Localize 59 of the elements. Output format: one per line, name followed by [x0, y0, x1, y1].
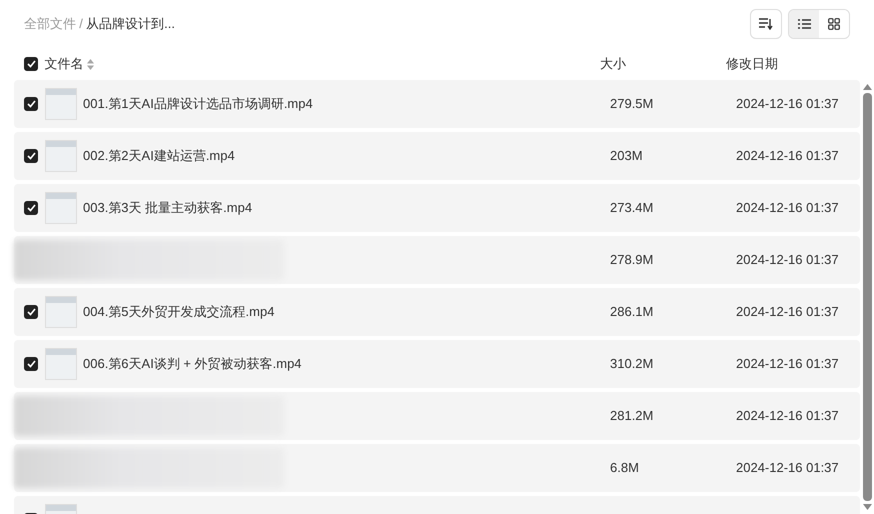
check-icon: [26, 100, 36, 108]
video-thumbnail: [44, 88, 76, 120]
file-row[interactable]: 003.第3天 批量主动获客.mp4 273.4M 2024-12-16 01:37: [14, 184, 860, 232]
file-name: 002.第2天AI建站运营.mp4: [83, 147, 235, 166]
video-thumbnail: [44, 348, 76, 380]
column-header: 大小: [600, 56, 626, 72]
file-date: 2024-12-16 01:37: [736, 200, 839, 216]
file-name: 004.第5天外贸开发成交流程.mp4: [83, 303, 274, 322]
column-header[interactable]: 文件名: [44, 54, 84, 74]
file-row[interactable]: 006.第6天AI谈判 + 外贸被动获客.mp4 310.2M 2024-12-16 01:37: [14, 340, 860, 388]
check-icon: [26, 152, 36, 160]
checkbox[interactable]: [24, 201, 38, 215]
file-date: 2024-12-16 01:37: [736, 148, 839, 164]
check-icon: [26, 360, 36, 368]
grid-icon: [828, 18, 840, 30]
checkbox[interactable]: [24, 305, 38, 319]
column-header: 修改日期: [726, 56, 778, 72]
file-size: 203M: [610, 148, 643, 164]
file-size: 281.2M: [610, 408, 654, 424]
file-row[interactable]: 002.第2天AI建站运营.mp4 203M 2024-12-16 01:37: [14, 132, 860, 180]
scrollbar-thumb[interactable]: [862, 93, 872, 501]
checkbox[interactable]: [24, 149, 38, 163]
file-size: 279.5M: [610, 96, 654, 112]
check-icon: [26, 308, 36, 316]
file-date: 2024-12-16 01:37: [736, 96, 839, 112]
file-date: 2024-12-16 01:37: [736, 356, 839, 372]
file-size: 310.2M: [610, 356, 654, 372]
file-row[interactable]: 281.2M 2024-12-16 01:37: [14, 392, 860, 440]
file-row[interactable]: 6.8M 2024-12-16 01:37: [14, 444, 860, 492]
scroll-up-icon[interactable]: [862, 84, 872, 90]
checkbox[interactable]: [24, 97, 38, 111]
video-thumbnail: [44, 296, 76, 328]
file-size: 286.1M: [610, 304, 654, 320]
file-row[interactable]: 278.9M 2024-12-16 01:37: [14, 236, 860, 284]
file-size: 278.9M: [610, 252, 654, 268]
check-icon: [26, 60, 36, 68]
file-date: 2024-12-16 01:37: [736, 460, 839, 476]
file-date: 2024-12-16 01:37: [736, 408, 839, 424]
checkbox[interactable]: [24, 57, 38, 71]
video-thumbnail: [44, 140, 76, 172]
file-row[interactable]: 004.第5天外贸开发成交流程.mp4 286.1M 2024-12-16 01:37: [14, 288, 860, 336]
check-icon: [26, 204, 36, 212]
file-name: 003.第3天 批量主动获客.mp4: [83, 199, 252, 218]
scroll-down-icon[interactable]: [862, 504, 872, 510]
file-row[interactable]: 001.第1天AI品牌设计选品市场调研.mp4 279.5M 2024-12-16 01:37: [14, 80, 860, 128]
checkbox[interactable]: [24, 357, 38, 371]
file-size: 6.8M: [610, 460, 639, 476]
file-date: 2024-12-16 01:37: [736, 304, 839, 320]
sort-icon: [758, 18, 772, 30]
sort-button[interactable]: [750, 9, 782, 39]
breadcrumb-current: 从品牌设计到...: [86, 15, 175, 34]
file-date: 2024-12-16 01:37: [736, 252, 839, 268]
list-icon: [798, 19, 810, 29]
breadcrumb-separator: /: [79, 15, 83, 34]
file-name: 006.第6天AI谈判 + 外贸被动获客.mp4: [83, 355, 302, 374]
video-thumbnail: [44, 192, 76, 224]
file-size: 273.4M: [610, 200, 654, 216]
file-name: 001.第1天AI品牌设计选品市场调研.mp4: [83, 95, 313, 114]
list-view-button[interactable]: [789, 10, 819, 38]
